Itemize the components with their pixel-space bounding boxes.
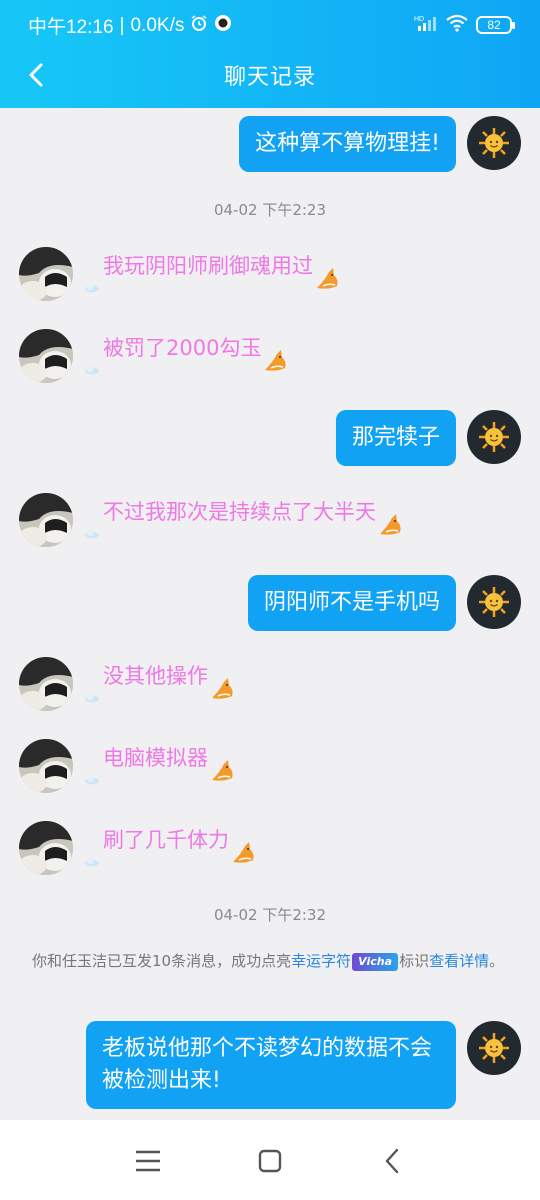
notice-prefix: 你和任玉洁已互发10条消息，成功点亮 <box>32 952 292 970</box>
fox-sticker-icon <box>210 758 236 784</box>
my-message-bubble[interactable]: 阴阳师不是手机吗 <box>247 575 456 631</box>
menu-icon <box>136 1150 160 1172</box>
battery-indicator: 82 <box>476 16 515 34</box>
alarm-icon <box>190 14 208 38</box>
system-nav-bar <box>0 1120 540 1200</box>
cloud-icon <box>84 770 100 785</box>
page-title: 聊天记录 <box>223 65 316 90</box>
cat-photo-icon <box>19 493 73 547</box>
wifi-icon <box>446 14 468 36</box>
other-message[interactable]: 电脑模拟器 <box>84 746 236 785</box>
menu-button[interactable] <box>128 1144 168 1178</box>
other-message-text: 不过我那次是持续点了大半天 <box>103 500 376 524</box>
cloud-icon <box>84 360 100 375</box>
other-message[interactable]: 我玩阴阳师刷御魂用过 <box>84 254 341 293</box>
cloud-icon <box>84 524 100 539</box>
fox-sticker-icon <box>263 348 289 374</box>
notice-suffix: 。 <box>489 952 505 970</box>
cloud-icon <box>84 688 100 703</box>
cat-photo-icon <box>19 657 73 711</box>
other-avatar[interactable] <box>19 493 73 547</box>
cat-photo-icon <box>19 739 73 793</box>
status-divider: | <box>119 14 125 36</box>
status-right: HD 82 <box>414 14 515 36</box>
other-message-text: 被罚了2000勾玉 <box>103 336 262 360</box>
svg-text:HD: HD <box>414 16 424 23</box>
other-message[interactable]: 刷了几千体力 <box>84 828 257 867</box>
sun-icon <box>479 1033 509 1063</box>
fox-sticker-icon <box>378 512 404 538</box>
other-avatar[interactable] <box>19 657 73 711</box>
sun-icon <box>479 422 509 452</box>
other-message-text: 电脑模拟器 <box>103 746 208 770</box>
sun-icon <box>479 128 509 158</box>
my-message-bubble[interactable]: 老板说他那个不读梦幻的数据不会被检测出来! <box>86 1021 456 1109</box>
my-avatar[interactable] <box>467 575 521 629</box>
other-message-text: 没其他操作 <box>103 664 208 688</box>
nav-back-button[interactable] <box>372 1144 412 1178</box>
status-speed: 0.0K/s <box>130 14 185 36</box>
chevron-left-icon <box>29 63 43 87</box>
my-avatar[interactable] <box>467 410 521 464</box>
other-message-text: 刷了几千体力 <box>103 828 229 852</box>
fox-sticker-icon <box>210 676 236 702</box>
system-notice: 你和任玉洁已互发10条消息，成功点亮幸运字符 Vicha 标识查看详情。 <box>32 950 510 972</box>
cat-photo-icon <box>19 247 73 301</box>
signal-icon: HD <box>414 14 438 36</box>
lucky-char-badge: Vicha <box>352 952 399 971</box>
sun-icon <box>479 587 509 617</box>
notice-middle: 标识 <box>399 952 430 970</box>
cloud-icon <box>84 278 100 293</box>
other-message[interactable]: 没其他操作 <box>84 664 236 703</box>
lucky-char-link[interactable]: 幸运字符 <box>291 952 351 970</box>
other-avatar[interactable] <box>19 821 73 875</box>
header-bar: 中午12:16 | 0.0K/s HD 82 聊天记录 <box>0 0 540 108</box>
other-message[interactable]: 不过我那次是持续点了大半天 <box>84 500 404 539</box>
message-timestamp: 04-02 下午2:23 <box>213 201 327 219</box>
view-details-link[interactable]: 查看详情 <box>429 952 489 970</box>
status-time: 中午12:16 <box>28 17 114 38</box>
fox-sticker-icon <box>315 266 341 292</box>
status-left: 中午12:16 | 0.0K/s <box>28 12 232 39</box>
other-avatar[interactable] <box>19 247 73 301</box>
fox-sticker-icon <box>231 840 257 866</box>
status-bar: 中午12:16 | 0.0K/s HD 82 <box>0 0 540 50</box>
my-message-bubble[interactable]: 那完犊子 <box>335 410 456 466</box>
home-button[interactable] <box>250 1144 290 1178</box>
cat-photo-icon <box>19 821 73 875</box>
title-bar: 聊天记录 <box>0 50 540 100</box>
back-arrow-icon <box>385 1148 399 1174</box>
message-timestamp: 04-02 下午2:32 <box>213 906 327 924</box>
other-message-text: 我玩阴阳师刷御魂用过 <box>103 254 313 278</box>
other-avatar[interactable] <box>19 739 73 793</box>
other-avatar[interactable] <box>19 329 73 383</box>
cat-photo-icon <box>19 329 73 383</box>
back-button[interactable] <box>18 57 54 93</box>
my-message-bubble[interactable]: 这种算不算物理挂! <box>239 116 456 172</box>
my-avatar[interactable] <box>467 116 521 170</box>
my-avatar[interactable] <box>467 1021 521 1075</box>
app-notification-icon <box>214 14 232 38</box>
cloud-icon <box>84 852 100 867</box>
home-square-icon <box>258 1149 282 1173</box>
other-message[interactable]: 被罚了2000勾玉 <box>84 336 289 375</box>
